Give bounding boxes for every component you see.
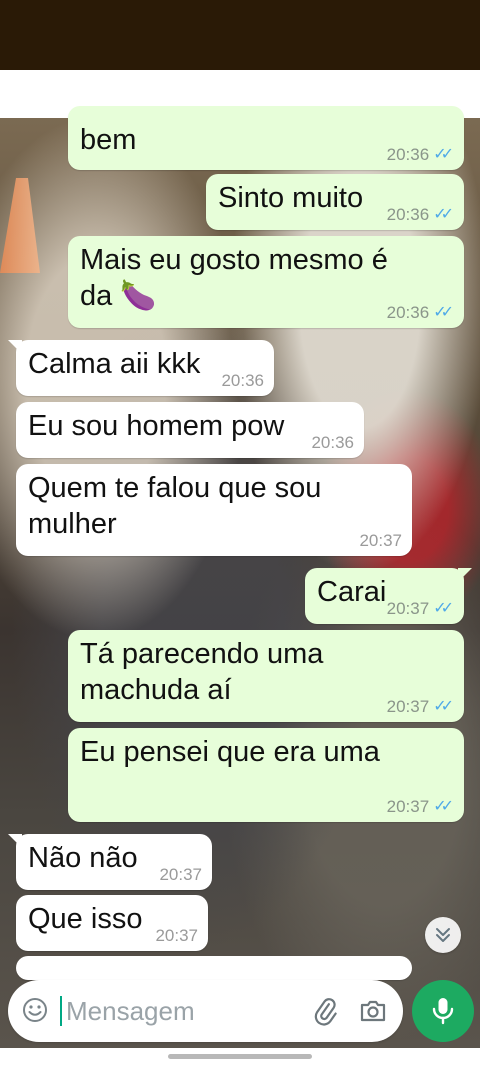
- message-composer: [8, 980, 403, 1042]
- double-check-icon: ✓✓: [433, 146, 454, 163]
- message-bubble-outgoing[interactable]: Mais eu gosto mesmo é da 🍆 20:36 ✓✓: [68, 236, 464, 328]
- message-text: Sinto muito: [218, 182, 364, 214]
- message-time: 20:37: [155, 926, 198, 945]
- message-text: Não não: [28, 842, 138, 874]
- message-meta: 20:36 ✓✓: [387, 303, 454, 323]
- message-text: Que isso: [28, 903, 143, 935]
- message-bubble-incoming-partial[interactable]: [16, 956, 412, 980]
- mic-icon: [432, 998, 454, 1025]
- message-time: 20:37: [386, 797, 430, 816]
- message-meta: 20:37 ✓✓: [387, 797, 454, 817]
- chevron-double-down-icon: [436, 928, 450, 942]
- message-bubble-incoming[interactable]: Que isso 20:37: [16, 895, 208, 951]
- message-meta: 20:37 ✓✓: [387, 697, 454, 717]
- double-check-icon: ✓✓: [433, 798, 454, 815]
- message-bubble-incoming[interactable]: Quem te falou que sou mulher 20:37: [16, 464, 412, 556]
- message-meta: 20:37 ✓✓: [387, 599, 454, 619]
- navigation-bar: [0, 1048, 480, 1066]
- message-meta: 20:37: [159, 865, 202, 885]
- camera-icon[interactable]: [358, 996, 388, 1026]
- message-bubble-outgoing[interactable]: Tá parecendo uma machuda aí 20:37 ✓✓: [68, 630, 464, 722]
- message-time: 20:37: [159, 865, 202, 884]
- message-time: 20:36: [386, 145, 430, 164]
- mic-button[interactable]: [412, 980, 474, 1042]
- status-bar: [0, 0, 480, 70]
- background-cone: [0, 178, 40, 273]
- message-time: 20:37: [359, 531, 402, 550]
- message-text: Calma aii kkk: [28, 348, 201, 380]
- message-time: 20:36: [386, 303, 430, 322]
- message-time: 20:37: [386, 697, 430, 716]
- scroll-to-bottom-button[interactable]: [425, 917, 461, 953]
- message-time: 20:37: [386, 599, 430, 618]
- message-bubble-outgoing[interactable]: Carai 20:37 ✓✓: [305, 568, 464, 624]
- message-bubble-incoming[interactable]: Não não 20:37: [16, 834, 212, 890]
- message-text: Carai: [317, 576, 387, 608]
- message-bubble-outgoing[interactable]: Sinto muito 20:36 ✓✓: [206, 174, 464, 230]
- double-check-icon: ✓✓: [433, 698, 454, 715]
- paperclip-icon[interactable]: [310, 996, 340, 1026]
- emoji-icon[interactable]: [22, 997, 48, 1023]
- message-meta: 20:36: [311, 433, 354, 453]
- message-bubble-outgoing[interactable]: bem 20:36 ✓✓: [68, 106, 464, 170]
- message-time: 20:36: [386, 205, 430, 224]
- message-text: Eu pensei que era uma: [80, 736, 380, 768]
- message-bubble-incoming[interactable]: Calma aii kkk 20:36: [16, 340, 274, 396]
- message-meta: 20:36 ✓✓: [387, 145, 454, 165]
- message-meta: 20:37: [155, 926, 198, 946]
- text-cursor: [60, 996, 62, 1026]
- home-gesture-handle[interactable]: [168, 1054, 312, 1059]
- message-meta: 20:36: [221, 371, 264, 391]
- message-text: Quem te falou que sou mulher: [28, 472, 322, 540]
- message-text: Tá parecendo uma machuda aí: [80, 638, 324, 706]
- message-bubble-outgoing[interactable]: Eu pensei que era uma 20:37 ✓✓: [68, 728, 464, 822]
- message-text: bem: [80, 124, 137, 156]
- message-meta: 20:37: [359, 531, 402, 551]
- message-time: 20:36: [221, 371, 264, 390]
- message-bubble-incoming[interactable]: Eu sou homem pow 20:36: [16, 402, 364, 458]
- message-text: Eu sou homem pow: [28, 410, 285, 442]
- message-time: 20:36: [311, 433, 354, 452]
- message-meta: 20:36 ✓✓: [387, 205, 454, 225]
- double-check-icon: ✓✓: [433, 304, 454, 321]
- message-text: Mais eu gosto mesmo é da 🍆: [80, 244, 388, 312]
- message-input[interactable]: [66, 994, 296, 1028]
- double-check-icon: ✓✓: [433, 600, 454, 617]
- double-check-icon: ✓✓: [433, 206, 454, 223]
